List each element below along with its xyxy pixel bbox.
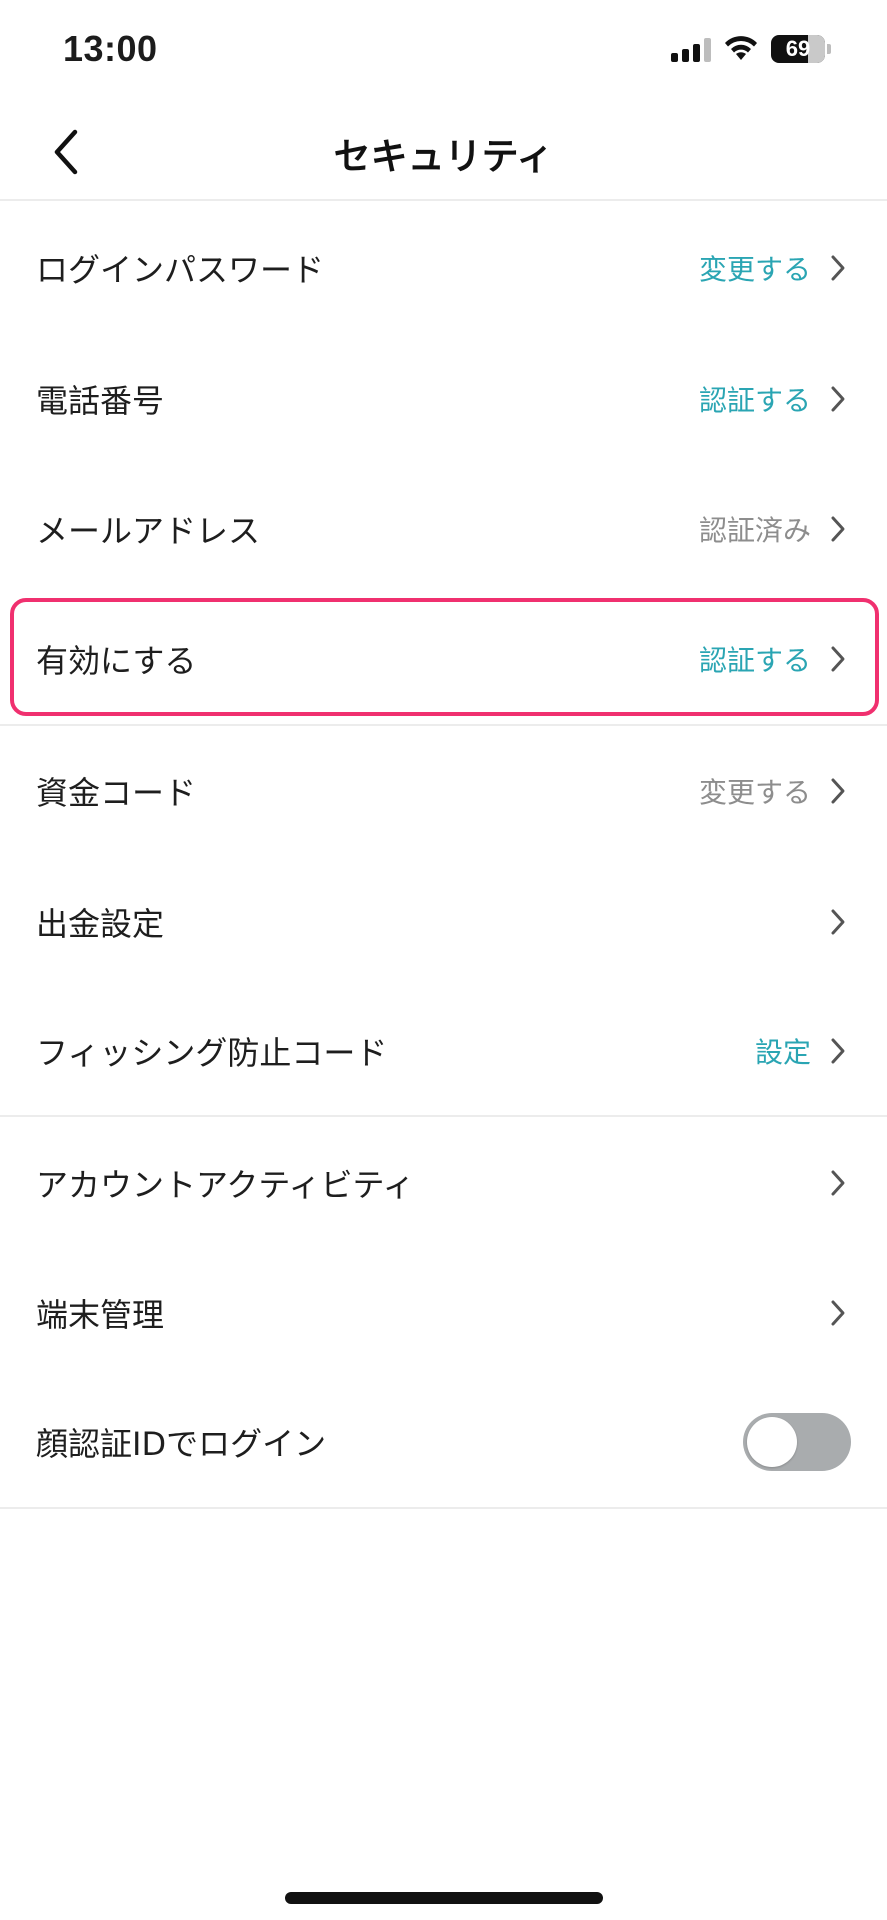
row-value: 認証する: [698, 644, 811, 677]
chevron-right-icon: [827, 907, 849, 937]
row-label: アカウントアクティビティ: [36, 1166, 415, 1204]
face-id-toggle[interactable]: [743, 1413, 851, 1471]
battery-level: 69: [785, 36, 811, 61]
row-label: 有効にする: [36, 642, 197, 680]
chevron-right-icon: [827, 514, 849, 544]
row-label: 出金設定: [36, 905, 165, 943]
status-icons: 69: [671, 32, 831, 66]
row-label: メールアドレス: [36, 512, 261, 550]
home-indicator: [285, 1892, 603, 1904]
navigation-bar: セキュリティ: [0, 100, 887, 201]
row-anti-phishing-code[interactable]: フィッシング防止コード 設定: [0, 986, 887, 1116]
chevron-right-icon: [827, 384, 849, 414]
row-value: 設定: [754, 1036, 811, 1069]
row-phone-number[interactable]: 電話番号 認証する: [0, 334, 887, 464]
cellular-signal-icon: [671, 36, 711, 62]
chevron-right-icon: [827, 776, 849, 806]
row-enable-authentication[interactable]: 有効にする 認証する: [0, 594, 887, 724]
row-label: 電話番号: [36, 382, 165, 420]
section-divider: [0, 1507, 887, 1509]
row-device-management[interactable]: 端末管理: [0, 1248, 887, 1378]
row-label: フィッシング防止コード: [36, 1034, 388, 1072]
row-face-id-login: 顔認証IDでログイン: [0, 1377, 887, 1507]
row-account-activity[interactable]: アカウントアクティビティ: [0, 1118, 887, 1248]
chevron-right-icon: [827, 1168, 849, 1198]
row-label: 端末管理: [36, 1296, 165, 1334]
chevron-right-icon: [827, 1036, 849, 1066]
chevron-right-icon: [827, 253, 849, 283]
row-email-address[interactable]: メールアドレス 認証済み: [0, 464, 887, 594]
row-login-password[interactable]: ログインパスワード 変更する: [0, 203, 887, 333]
row-withdrawal-settings[interactable]: 出金設定: [0, 857, 887, 987]
row-fund-code[interactable]: 資金コード 変更する: [0, 726, 887, 856]
row-value: 認証する: [698, 384, 811, 417]
status-bar: 13:00 69: [0, 0, 887, 100]
row-value: 変更する: [698, 253, 811, 286]
page-title: セキュリティ: [333, 135, 554, 178]
battery-tip: [827, 44, 831, 54]
row-value: 認証済み: [698, 514, 811, 547]
chevron-right-icon: [827, 644, 849, 674]
wifi-icon: [725, 36, 757, 60]
row-label: ログインパスワード: [36, 251, 325, 289]
row-label: 資金コード: [36, 774, 197, 812]
section-divider: [0, 1115, 887, 1117]
battery-icon: 69: [771, 35, 825, 63]
toggle-knob: [747, 1417, 797, 1467]
chevron-right-icon: [827, 1298, 849, 1328]
row-label: 顔認証IDでログイン: [36, 1425, 327, 1463]
status-time: 13:00: [63, 28, 158, 69]
row-value: 変更する: [698, 776, 811, 809]
